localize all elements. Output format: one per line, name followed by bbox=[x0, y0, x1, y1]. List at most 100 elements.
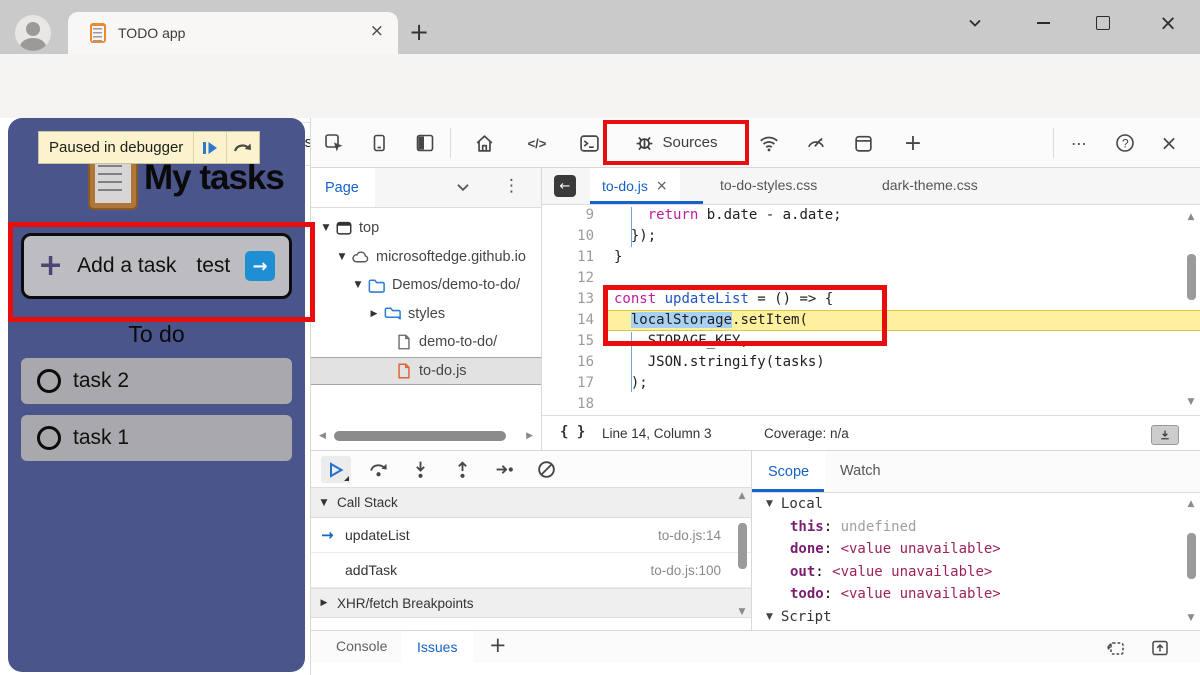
tab-close-icon[interactable]: × bbox=[370, 21, 384, 41]
more-tools-plus-icon[interactable]: + bbox=[901, 131, 925, 155]
console-tool-icon[interactable] bbox=[577, 131, 601, 155]
task-checkbox-icon[interactable] bbox=[37, 426, 61, 450]
line-number[interactable]: 10 bbox=[542, 226, 608, 247]
scroll-right-icon[interactable]: ▶ bbox=[526, 431, 533, 441]
performance-tool-icon[interactable] bbox=[804, 131, 828, 155]
call-stack-header[interactable]: ▼ Call Stack bbox=[311, 488, 751, 518]
scroll-up-icon[interactable]: ▲ bbox=[1188, 499, 1195, 509]
step-over-button[interactable] bbox=[363, 456, 393, 483]
deactivate-breakpoints-button[interactable] bbox=[531, 456, 561, 483]
expand-panel-icon[interactable] bbox=[1148, 636, 1172, 660]
help-icon[interactable]: ? bbox=[1113, 131, 1137, 155]
line-number[interactable]: 13 bbox=[542, 289, 608, 310]
step-into-button[interactable] bbox=[405, 456, 435, 483]
line-number[interactable]: 15 bbox=[542, 331, 608, 352]
scrollbar-thumb[interactable] bbox=[1187, 254, 1196, 300]
code-area[interactable]: 9 return b.date - a.date; 10 }); 11} 12 … bbox=[542, 205, 1200, 415]
caret-icon[interactable]: ▼ bbox=[351, 280, 365, 290]
line-number[interactable]: 18 bbox=[542, 394, 608, 415]
navigator-chevron-down-icon[interactable] bbox=[454, 178, 472, 196]
scroll-down-icon[interactable]: ▼ bbox=[739, 607, 746, 617]
minimize-button[interactable] bbox=[1030, 10, 1056, 36]
scroll-down-icon[interactable]: ▼ bbox=[1188, 613, 1195, 623]
task-checkbox-icon[interactable] bbox=[37, 369, 61, 393]
drawer-add-tab-icon[interactable]: + bbox=[489, 633, 507, 657]
scope-vertical-scrollbar[interactable]: ▲ ▼ bbox=[1183, 499, 1199, 623]
inspect-element-icon[interactable] bbox=[322, 131, 346, 155]
focus-page-icon[interactable] bbox=[1104, 636, 1128, 660]
callstack-vertical-scrollbar[interactable]: ▲ ▼ bbox=[734, 491, 750, 617]
frame-location[interactable]: to-do.js:14 bbox=[658, 528, 721, 543]
tab-actions-chevron-icon[interactable] bbox=[962, 10, 988, 36]
devtools-more-icon[interactable]: ⋯ bbox=[1067, 131, 1091, 155]
scrollbar-thumb[interactable] bbox=[1187, 533, 1196, 579]
step-button[interactable] bbox=[489, 456, 519, 483]
navigator-horizontal-scrollbar[interactable]: ◀ ▶ bbox=[311, 426, 541, 446]
scroll-left-icon[interactable]: ◀ bbox=[319, 431, 326, 441]
scrollbar-thumb[interactable] bbox=[738, 523, 747, 569]
editor-tab-todojs[interactable]: to-do.js × bbox=[590, 168, 680, 204]
add-task-submit-button[interactable]: → bbox=[245, 251, 275, 281]
scope-group-script-clipped[interactable]: ▼ Script bbox=[752, 606, 1200, 629]
line-number[interactable]: 16 bbox=[542, 352, 608, 373]
step-out-button[interactable] bbox=[447, 456, 477, 483]
scope-var[interactable]: this: undefined bbox=[752, 516, 1200, 539]
editor-tab-darktheme[interactable]: dark-theme.css bbox=[882, 177, 978, 193]
tab-console[interactable]: Console bbox=[336, 638, 387, 654]
scope-var[interactable]: out: <value unavailable> bbox=[752, 561, 1200, 584]
add-task-input-value[interactable]: test bbox=[196, 254, 230, 278]
scope-var[interactable]: done: <value unavailable> bbox=[752, 538, 1200, 561]
editor-tab-styles[interactable]: to-do-styles.css bbox=[720, 177, 817, 193]
memory-tool-icon[interactable] bbox=[851, 131, 875, 155]
scope-var[interactable]: todo: <value unavailable> bbox=[752, 583, 1200, 606]
tree-item-domain[interactable]: ▼ microsoftedge.github.io bbox=[311, 243, 541, 272]
step-over-banner-icon[interactable] bbox=[227, 132, 259, 163]
scrollbar-thumb[interactable] bbox=[334, 431, 506, 441]
resume-script-icon[interactable] bbox=[194, 132, 226, 163]
tree-item-top[interactable]: ▼ top bbox=[311, 214, 541, 243]
tree-item-file-todojs-selected[interactable]: to-do.js bbox=[311, 357, 541, 386]
line-number[interactable]: 17 bbox=[542, 373, 608, 394]
home-welcome-icon[interactable] bbox=[472, 131, 496, 155]
add-task-form[interactable]: + Add a task test → bbox=[21, 233, 292, 299]
caret-icon[interactable]: ▼ bbox=[319, 223, 333, 233]
pretty-print-icon[interactable]: { } bbox=[560, 424, 585, 440]
tree-item-folder-styles[interactable]: ▶ styles bbox=[311, 300, 541, 329]
editor-vertical-scrollbar[interactable]: ▲ ▼ bbox=[1183, 207, 1199, 413]
caret-icon[interactable]: ▶ bbox=[367, 309, 381, 319]
download-icon[interactable] bbox=[1151, 425, 1179, 445]
tab-scope[interactable]: Scope bbox=[752, 451, 825, 492]
resume-button[interactable] bbox=[321, 456, 351, 483]
tab-watch[interactable]: Watch bbox=[840, 463, 881, 479]
editor-tab-close-icon[interactable]: × bbox=[656, 178, 668, 194]
scroll-up-icon[interactable]: ▲ bbox=[1188, 207, 1195, 228]
elements-tool-icon[interactable]: </> bbox=[525, 131, 549, 155]
task-item[interactable]: task 2 bbox=[21, 358, 292, 404]
network-tool-icon[interactable] bbox=[757, 131, 781, 155]
collapse-sidebar-icon[interactable]: ← bbox=[554, 175, 576, 197]
profile-avatar[interactable] bbox=[15, 15, 51, 51]
dock-side-icon[interactable] bbox=[413, 131, 437, 155]
xhr-breakpoints-header[interactable]: ▶ XHR/fetch Breakpoints bbox=[311, 588, 751, 618]
tab-page[interactable]: Page bbox=[311, 168, 375, 207]
stack-frame-current[interactable]: → updateList to-do.js:14 bbox=[311, 518, 751, 553]
tree-item-file-html[interactable]: demo-to-do/ bbox=[311, 328, 541, 357]
window-close-button[interactable]: × bbox=[1155, 10, 1181, 36]
line-number[interactable]: 14 bbox=[542, 310, 608, 331]
caret-icon[interactable]: ▼ bbox=[335, 252, 349, 262]
devtools-close-icon[interactable]: × bbox=[1157, 131, 1181, 155]
line-number[interactable]: 11 bbox=[542, 247, 608, 268]
maximize-button[interactable] bbox=[1090, 10, 1116, 36]
tab-sources[interactable]: Sources bbox=[662, 134, 717, 151]
tab-issues[interactable]: Issues bbox=[401, 631, 473, 663]
navigator-menu-kebab-icon[interactable]: ⋮ bbox=[503, 176, 520, 196]
scope-group-local[interactable]: ▼ Local bbox=[752, 493, 1200, 516]
scroll-down-icon[interactable]: ▼ bbox=[1188, 392, 1195, 413]
line-number[interactable]: 12 bbox=[542, 268, 608, 289]
scroll-up-icon[interactable]: ▲ bbox=[739, 491, 746, 501]
line-number[interactable]: 9 bbox=[542, 205, 608, 226]
stack-frame[interactable]: addTask to-do.js:100 bbox=[311, 553, 751, 588]
new-tab-button[interactable]: + bbox=[409, 18, 429, 46]
task-item[interactable]: task 1 bbox=[21, 415, 292, 461]
browser-tab[interactable]: TODO app × bbox=[68, 12, 398, 54]
